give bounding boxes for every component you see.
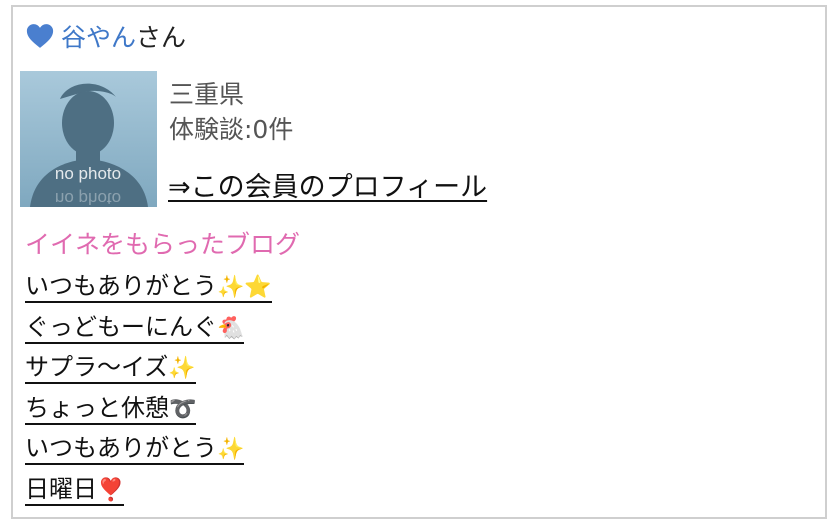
blog-title: いつもありがとう xyxy=(25,272,217,300)
member-name[interactable]: 谷やん xyxy=(61,18,136,54)
no-photo-icon: no photo no photo xyxy=(20,71,157,207)
blog-title: ぐっどもーにんぐ xyxy=(25,312,217,341)
blog-item: 日曜日❣️ xyxy=(25,472,272,513)
avatar-caption: no photo xyxy=(55,164,121,183)
blog-link[interactable]: 日曜日❣️ xyxy=(25,474,125,506)
sparkles-icon: ✨ xyxy=(217,437,245,463)
member-info: 三重県 体験談:0件 xyxy=(169,77,293,147)
member-card: 谷やん さん no photo no photo 三重県 体験談:0件 ⇒この会… xyxy=(11,5,827,519)
member-header: 谷やん さん xyxy=(25,19,186,53)
avatar: no photo no photo xyxy=(20,71,157,207)
avatar-caption-reflection: no photo xyxy=(55,189,121,207)
blog-link[interactable]: いつもありがとう✨⭐ xyxy=(25,272,272,303)
blog-title: ちょっと休憩 xyxy=(25,393,169,422)
blog-item: ぐっどもーにんぐ🐔 xyxy=(25,310,272,351)
blog-link[interactable]: サプラ〜イズ✨ xyxy=(25,353,196,385)
chicken-icon: 🐔 xyxy=(217,315,245,341)
liked-blog-list: いつもありがとう✨⭐ ぐっどもーにんぐ🐔 サプラ〜イズ✨ ちょっと休憩➰ いつも… xyxy=(25,269,272,513)
heart-exclamation-icon: ❣️ xyxy=(97,477,125,503)
liked-blogs-title: イイネをもらったブログ xyxy=(25,230,301,259)
sparkles-icon: ✨ xyxy=(168,356,196,382)
member-profile-link[interactable]: ⇒この会員のプロフィール xyxy=(168,165,487,204)
heart-icon xyxy=(26,24,54,48)
blog-link[interactable]: ちょっと休憩➰ xyxy=(25,393,197,425)
blog-title: サプラ〜イズ xyxy=(25,353,169,382)
member-honorific: さん xyxy=(136,23,187,52)
blog-item: サプラ〜イズ✨ xyxy=(25,350,272,391)
member-prefecture: 三重県 xyxy=(169,80,245,109)
sparkle-star-icon: ✨⭐ xyxy=(217,275,272,300)
blog-item: いつもありがとう✨ xyxy=(25,431,272,472)
blog-item: ちょっと休憩➰ xyxy=(25,391,272,432)
blog-link[interactable]: ぐっどもーにんぐ🐔 xyxy=(25,312,245,344)
blog-item: いつもありがとう✨⭐ xyxy=(25,269,272,310)
blog-link[interactable]: いつもありがとう✨ xyxy=(25,434,245,466)
member-experience-count: 体験談:0件 xyxy=(169,115,294,144)
blog-title: 日曜日 xyxy=(25,474,97,503)
curly-loop-icon: ➰ xyxy=(169,396,197,422)
blog-title: いつもありがとう xyxy=(25,434,217,463)
